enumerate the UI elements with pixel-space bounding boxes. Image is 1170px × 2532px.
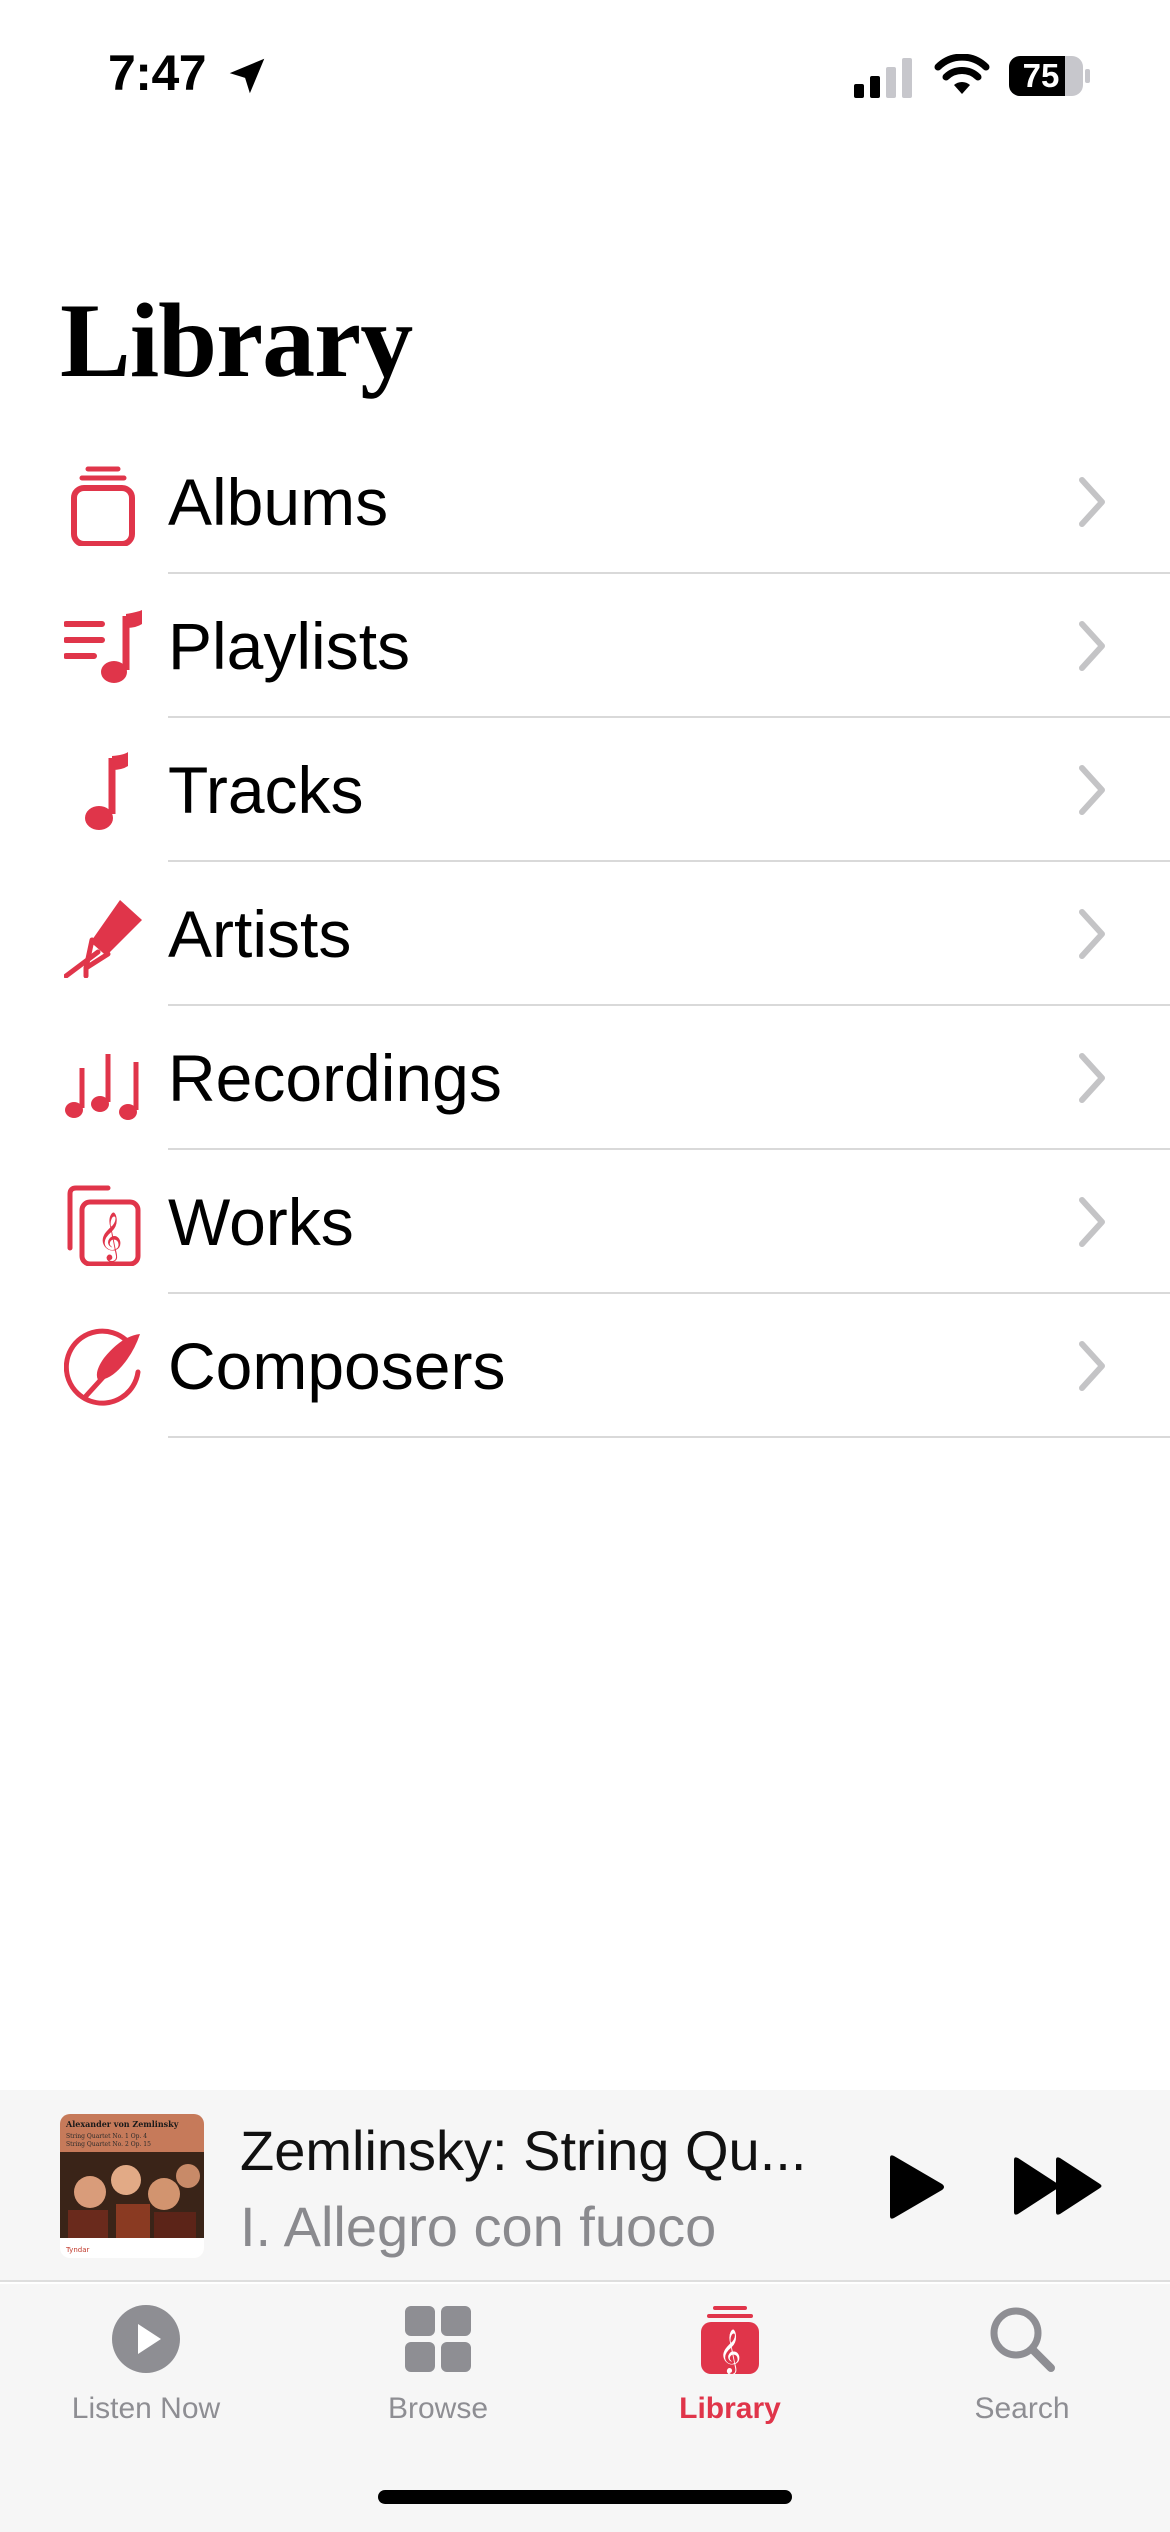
library-item-albums[interactable]: Albums bbox=[0, 430, 1170, 574]
wifi-icon bbox=[934, 54, 990, 94]
library-item-label: Recordings bbox=[168, 1041, 502, 1115]
album-art-line-2: String Quartet No. 2 Op. 15 bbox=[66, 2141, 151, 2148]
library-icon: 𝄞 bbox=[701, 2306, 759, 2374]
library-item-label: Playlists bbox=[168, 609, 411, 683]
svg-text:𝄞: 𝄞 bbox=[98, 1211, 123, 1262]
now-playing-subtitle[interactable]: I. Allegro con fuoco bbox=[240, 2194, 716, 2259]
library-item-recordings[interactable]: Recordings bbox=[0, 1006, 1170, 1150]
chevron-right-icon bbox=[1079, 1053, 1105, 1103]
grid-icon bbox=[405, 2306, 471, 2372]
divider bbox=[168, 1436, 1170, 1438]
chevron-right-icon bbox=[1079, 477, 1105, 527]
notes-icon bbox=[65, 1054, 139, 1120]
tab-browse[interactable]: Browse bbox=[292, 2284, 584, 2444]
search-icon bbox=[990, 2307, 1055, 2372]
svg-text:𝄞: 𝄞 bbox=[719, 2329, 741, 2374]
library-item-tracks[interactable]: Tracks bbox=[0, 718, 1170, 862]
play-circle-icon bbox=[112, 2305, 180, 2373]
tab-label: Library bbox=[679, 2392, 781, 2425]
library-item-label: Composers bbox=[168, 1329, 506, 1403]
tab-search[interactable]: Search bbox=[876, 2284, 1168, 2444]
location-arrow-icon bbox=[229, 58, 265, 94]
fast-forward-button[interactable] bbox=[1012, 2156, 1104, 2216]
tab-library[interactable]: 𝄞 Library bbox=[584, 2284, 876, 2444]
battery-level: 75 bbox=[1022, 57, 1060, 94]
music-note-icon bbox=[85, 752, 128, 830]
chevron-right-icon bbox=[1079, 1197, 1105, 1247]
library-item-label: Artists bbox=[168, 897, 352, 971]
chevron-right-icon bbox=[1079, 1341, 1105, 1391]
tab-label: Search bbox=[974, 2392, 1070, 2425]
library-item-label: Tracks bbox=[168, 753, 364, 827]
library-item-label: Albums bbox=[168, 465, 389, 539]
microphone-icon bbox=[64, 900, 142, 978]
tab-listen-now[interactable]: Listen Now bbox=[0, 2284, 292, 2444]
album-art-label: Tyndar bbox=[65, 2246, 89, 2254]
library-item-composers[interactable]: Composers bbox=[0, 1294, 1170, 1438]
album-art[interactable]: Alexander von Zemlinsky String Quartet N… bbox=[60, 2114, 204, 2258]
tab-label: Listen Now bbox=[71, 2392, 221, 2425]
albums-icon bbox=[71, 466, 135, 546]
status-time: 7:47 bbox=[108, 45, 207, 101]
library-item-label: Works bbox=[168, 1185, 354, 1259]
chevron-right-icon bbox=[1079, 621, 1105, 671]
library-item-playlists[interactable]: Playlists bbox=[0, 574, 1170, 718]
playlists-icon bbox=[64, 610, 142, 683]
album-art-composer: Alexander von Zemlinsky bbox=[65, 2119, 179, 2129]
score-icon: 𝄞 bbox=[67, 1185, 141, 1266]
cellular-signal-icon bbox=[854, 58, 912, 98]
tab-label: Browse bbox=[387, 2392, 489, 2425]
status-bar: 7:47 75 bbox=[0, 0, 1170, 150]
page-title: Library bbox=[60, 282, 413, 399]
mini-player[interactable]: Alexander von Zemlinsky String Quartet N… bbox=[0, 2090, 1170, 2282]
play-button[interactable] bbox=[884, 2154, 946, 2220]
chevron-right-icon bbox=[1079, 909, 1105, 959]
now-playing-title[interactable]: Zemlinsky: String Qu... bbox=[240, 2118, 806, 2183]
library-item-artists[interactable]: Artists bbox=[0, 862, 1170, 1006]
library-list: Albums Playlists Tracks Artists Recordin… bbox=[0, 430, 1170, 1438]
chevron-right-icon bbox=[1079, 765, 1105, 815]
quill-icon bbox=[64, 1328, 141, 1406]
home-indicator bbox=[378, 2490, 792, 2504]
album-art-line-1: String Quartet No. 1 Op. 4 bbox=[66, 2133, 147, 2140]
library-item-works[interactable]: 𝄞 Works bbox=[0, 1150, 1170, 1294]
